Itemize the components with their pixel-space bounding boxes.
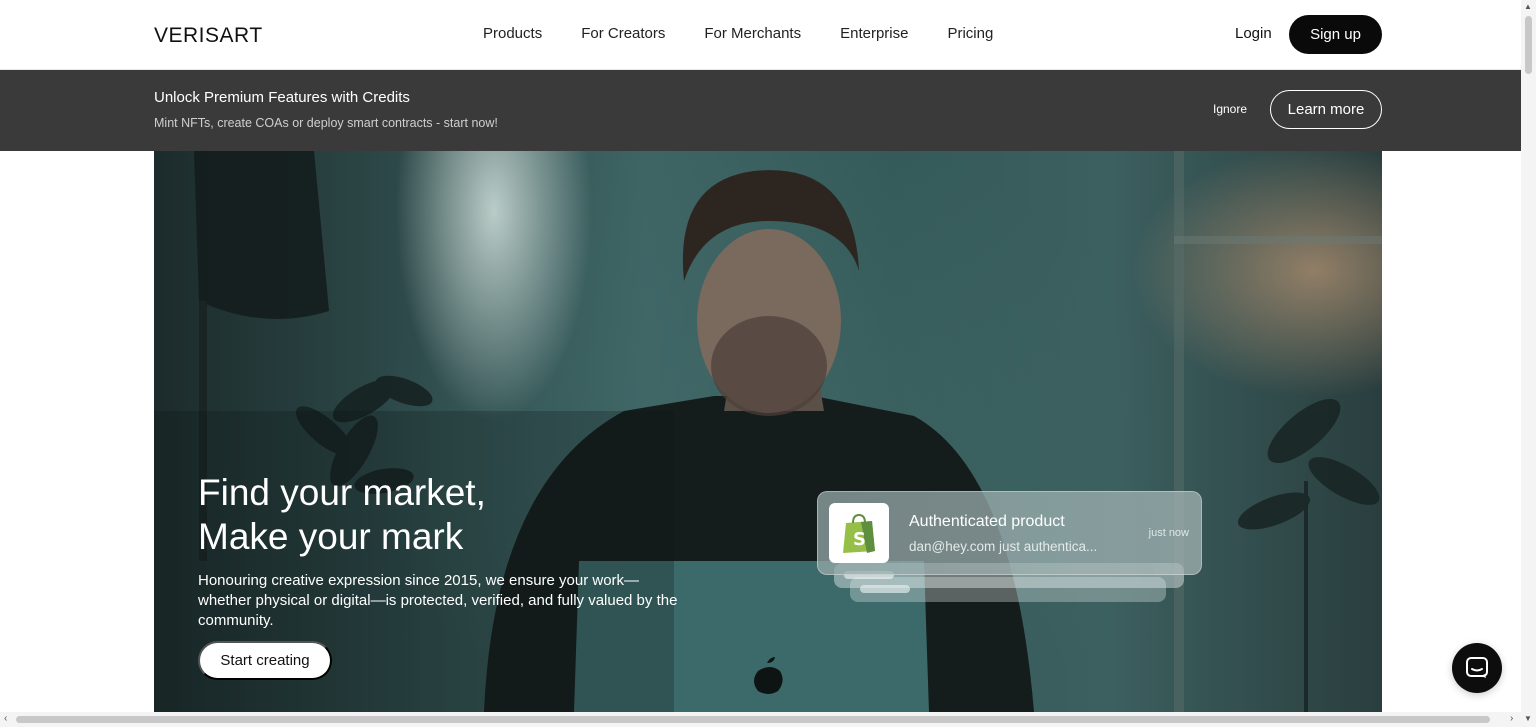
hero-description: Honouring creative expression since 2015…	[198, 572, 678, 629]
vertical-scroll-thumb[interactable]	[1525, 16, 1532, 74]
chat-launcher-button[interactable]	[1452, 643, 1502, 693]
hero-title-line1: Find your market,	[198, 471, 486, 513]
signup-button[interactable]: Sign up	[1289, 15, 1382, 54]
credits-banner: Unlock Premium Features with Credits Min…	[0, 70, 1521, 151]
banner-subtitle: Mint NFTs, create COAs or deploy smart c…	[154, 116, 498, 130]
scroll-down-arrow-icon[interactable]: ▼	[1524, 714, 1532, 723]
horizontal-scroll-thumb[interactable]	[16, 716, 1490, 723]
svg-text:S: S	[853, 529, 866, 550]
nav-products[interactable]: Products	[483, 25, 542, 42]
scroll-right-arrow-icon[interactable]: ›	[1510, 713, 1513, 724]
ignore-button[interactable]: Ignore	[1213, 102, 1247, 116]
start-creating-button[interactable]: Start creating	[198, 641, 332, 680]
learn-more-button[interactable]: Learn more	[1270, 90, 1382, 129]
vertical-scrollbar[interactable]: ▲ ▼	[1521, 0, 1536, 727]
nav-pricing[interactable]: Pricing	[947, 25, 993, 42]
site-header: VERISART Products For Creators For Merch…	[0, 0, 1521, 70]
nav-enterprise[interactable]: Enterprise	[840, 25, 908, 42]
nav-for-merchants[interactable]: For Merchants	[704, 25, 801, 42]
notification-time: just now	[1148, 527, 1189, 539]
nav-for-creators[interactable]: For Creators	[581, 25, 665, 42]
notification-title: Authenticated product	[909, 513, 1065, 530]
scroll-left-arrow-icon[interactable]: ‹	[4, 713, 7, 724]
horizontal-scrollbar[interactable]: ‹ ›	[0, 712, 1521, 727]
hero-section: Find your market, Make your mark Honouri…	[154, 151, 1382, 712]
notification-text: dan@hey.com just authentica...	[909, 539, 1098, 554]
hero-title-line2: Make your mark	[198, 515, 464, 557]
verisart-logo[interactable]: VERISART	[154, 24, 263, 48]
login-link[interactable]: Login	[1235, 25, 1272, 42]
chat-icon	[1466, 657, 1488, 678]
authenticated-product-notification: S Authenticated product dan@hey.com just…	[817, 491, 1202, 575]
scroll-up-arrow-icon[interactable]: ▲	[1524, 2, 1532, 11]
hero-title: Find your market, Make your mark	[198, 471, 486, 559]
main-nav: Products For Creators For Merchants Ente…	[483, 25, 1032, 42]
banner-title: Unlock Premium Features with Credits	[154, 89, 410, 106]
shopify-bag-icon: S	[829, 503, 889, 563]
